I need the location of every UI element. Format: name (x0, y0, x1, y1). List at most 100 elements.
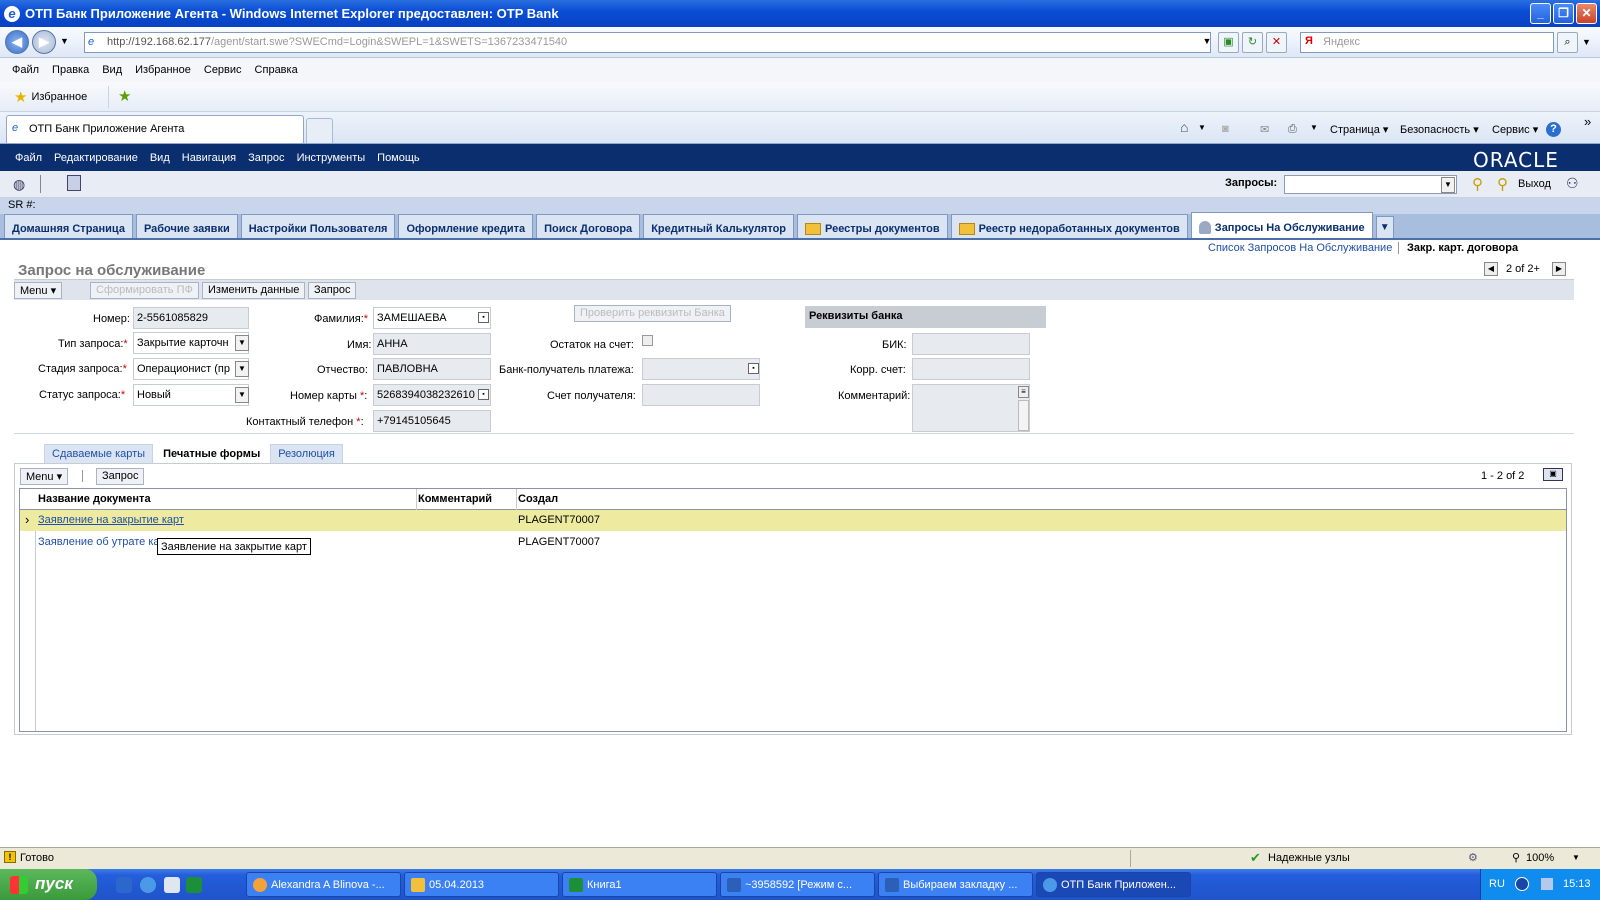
close-button[interactable]: ✕ (1576, 3, 1597, 24)
edit-data-button[interactable]: Изменить данные (202, 282, 306, 299)
app-launch-icon[interactable] (164, 877, 180, 893)
app-menu-file[interactable]: Файл (15, 152, 42, 164)
ie-launch-icon[interactable] (140, 877, 156, 893)
favorites-button[interactable]: ★ Избранное (14, 88, 87, 106)
search-icon[interactable]: ⌕ (1557, 32, 1578, 53)
more-chevron[interactable]: » (1584, 114, 1591, 129)
new-tab-button[interactable] (306, 118, 333, 143)
col-doc-name[interactable]: Название документа (38, 493, 151, 505)
start-button[interactable]: пуск (0, 869, 97, 900)
print-icon[interactable]: ⎙ (1288, 123, 1297, 136)
card-field[interactable]: 5268394038232610 (373, 384, 491, 406)
task-word-1[interactable]: ~3958592 [Режим с... (720, 872, 875, 897)
ie-menu-edit[interactable]: Правка (52, 64, 89, 76)
col-comment[interactable]: Комментарий (418, 493, 492, 505)
restore-button[interactable]: ❐ (1553, 3, 1574, 24)
language-indicator[interactable]: RU (1489, 878, 1505, 890)
tray-arrow-icon[interactable] (1515, 877, 1529, 891)
tab-work-orders[interactable]: Рабочие заявки (135, 214, 238, 238)
page-menu[interactable]: Страница ▾ (1330, 123, 1388, 136)
app-menu-edit[interactable]: Редактирование (54, 152, 138, 164)
tab-contract-search[interactable]: Поиск Договора (536, 214, 641, 238)
logout-link[interactable]: Выход (1518, 178, 1551, 190)
name-field[interactable]: АННА (373, 333, 491, 355)
tabs-dropdown-icon[interactable]: ▼ (1375, 216, 1394, 238)
tab-user-settings[interactable]: Настройки Пользователя (240, 214, 396, 238)
forward-icon[interactable]: ▶ (32, 30, 56, 54)
tab-home[interactable]: Домашняя Страница (4, 214, 133, 238)
queries-dropdown-icon[interactable]: ▼ (1441, 177, 1455, 193)
app-menu-view[interactable]: Вид (150, 152, 170, 164)
subtab-resolution[interactable]: Резолюция (270, 444, 343, 464)
bank-recv-pick-icon[interactable]: ▪ (748, 363, 759, 374)
balance-checkbox[interactable] (642, 335, 653, 346)
status-dropdown-icon[interactable]: ▼ (235, 387, 249, 403)
maximize-applet-icon[interactable]: ▣ (1543, 468, 1563, 481)
card-pick-icon[interactable]: ▪ (478, 389, 489, 400)
applet-menu-button[interactable]: Menu ▾ (20, 468, 69, 485)
stop-icon[interactable]: ✕ (1266, 32, 1287, 53)
add-favorite-icon[interactable]: ★ (118, 87, 131, 105)
minimize-button[interactable]: _ (1530, 3, 1551, 24)
status-field[interactable]: Новый (133, 384, 249, 406)
form-menu-button[interactable]: Menu ▾ (14, 282, 63, 299)
col-created-by[interactable]: Создал (518, 493, 558, 505)
subtab-print-forms[interactable]: Печатные формы (155, 444, 269, 464)
subtab-cards[interactable]: Сдаваемые карты (44, 444, 154, 464)
zoom-dropdown-icon[interactable]: ▼ (1572, 853, 1580, 862)
bank-recv-field[interactable] (642, 358, 760, 380)
phone-field[interactable]: +79145105645 (373, 410, 491, 432)
request-button[interactable]: Запрос (308, 282, 357, 299)
recv-account-field[interactable] (642, 384, 760, 406)
address-input[interactable]: e http://192.168.62.177/agent/start.swe?… (84, 32, 1211, 53)
help-icon[interactable]: ? (1546, 122, 1561, 137)
task-folder[interactable]: 05.04.2013 (404, 872, 559, 897)
tab-credit[interactable]: Оформление кредита (398, 214, 534, 238)
app-menu-tools[interactable]: Инструменты (297, 152, 366, 164)
mail-icon[interactable]: ✉ (1260, 123, 1269, 136)
tab-service-requests[interactable]: Запросы На Обслуживание (1190, 212, 1373, 238)
number-field[interactable]: 2-5561085829 (133, 307, 249, 329)
app-menu-help[interactable]: Помощь (377, 152, 420, 164)
tab-doc-registries[interactable]: Реестры документов (797, 214, 948, 238)
record-next-icon[interactable]: ▶ (1552, 262, 1566, 276)
history-dropdown-icon[interactable]: ▼ (60, 36, 69, 46)
generate-pf-button[interactable]: Сформировать ПФ (90, 282, 199, 299)
breadcrumb-link[interactable]: Список Запросов На Обслуживание (1208, 242, 1392, 254)
network-icon[interactable] (1541, 878, 1553, 890)
back-icon[interactable]: ◀ (5, 30, 29, 54)
task-ie[interactable]: ОТП Банк Приложен... (1036, 872, 1191, 897)
ie-tab-active[interactable]: e ОТП Банк Приложение Агента (6, 115, 304, 143)
desktop-icon[interactable] (116, 877, 132, 893)
tab-calculator[interactable]: Кредитный Калькулятор (643, 214, 795, 238)
stage-dropdown-icon[interactable]: ▼ (235, 361, 249, 377)
table-row[interactable]: › Заявление на закрытие карт PLAGENT7000… (20, 510, 1566, 531)
doc-link[interactable]: Заявление об утрате ка (38, 536, 160, 548)
binoculars-icon[interactable]: ⚇ (1566, 175, 1579, 192)
patronymic-field[interactable]: ПАВЛОВНА (373, 358, 491, 380)
home-icon[interactable]: ⌂ (1180, 119, 1188, 135)
corr-field[interactable] (912, 358, 1030, 380)
type-dropdown-icon[interactable]: ▼ (235, 335, 249, 351)
task-word-2[interactable]: Выбираем закладку ... (878, 872, 1033, 897)
home-dropdown-icon[interactable]: ▼ (1198, 123, 1206, 132)
queries-select[interactable] (1284, 175, 1457, 194)
refresh-icon[interactable]: ↻ (1242, 32, 1263, 53)
excel-launch-icon[interactable] (186, 877, 202, 893)
globe-icon[interactable]: ◍ (13, 176, 25, 193)
comment-textarea[interactable] (912, 384, 1030, 432)
safety-menu[interactable]: Безопасность ▾ (1400, 123, 1479, 136)
logout-icon[interactable]: ⚲ (1497, 175, 1508, 193)
ie-menu-favorites[interactable]: Избранное (135, 64, 191, 76)
textarea-scrollbar[interactable] (1018, 400, 1029, 431)
doc-link[interactable]: Заявление на закрытие карт (38, 514, 184, 526)
task-excel[interactable]: Книга1 (562, 872, 717, 897)
surname-pick-icon[interactable]: ▪ (478, 312, 489, 323)
applet-request-button[interactable]: Запрос (96, 468, 145, 485)
ie-menu-help[interactable]: Справка (255, 64, 298, 76)
ie-menu-file[interactable]: Файл (12, 64, 39, 76)
compat-view-icon[interactable]: ▣ (1218, 32, 1239, 53)
search-input[interactable]: Я Яндекс (1300, 32, 1554, 53)
tools-menu[interactable]: Сервис ▾ (1492, 123, 1538, 136)
query-search-icon[interactable]: ⚲ (1472, 175, 1483, 193)
